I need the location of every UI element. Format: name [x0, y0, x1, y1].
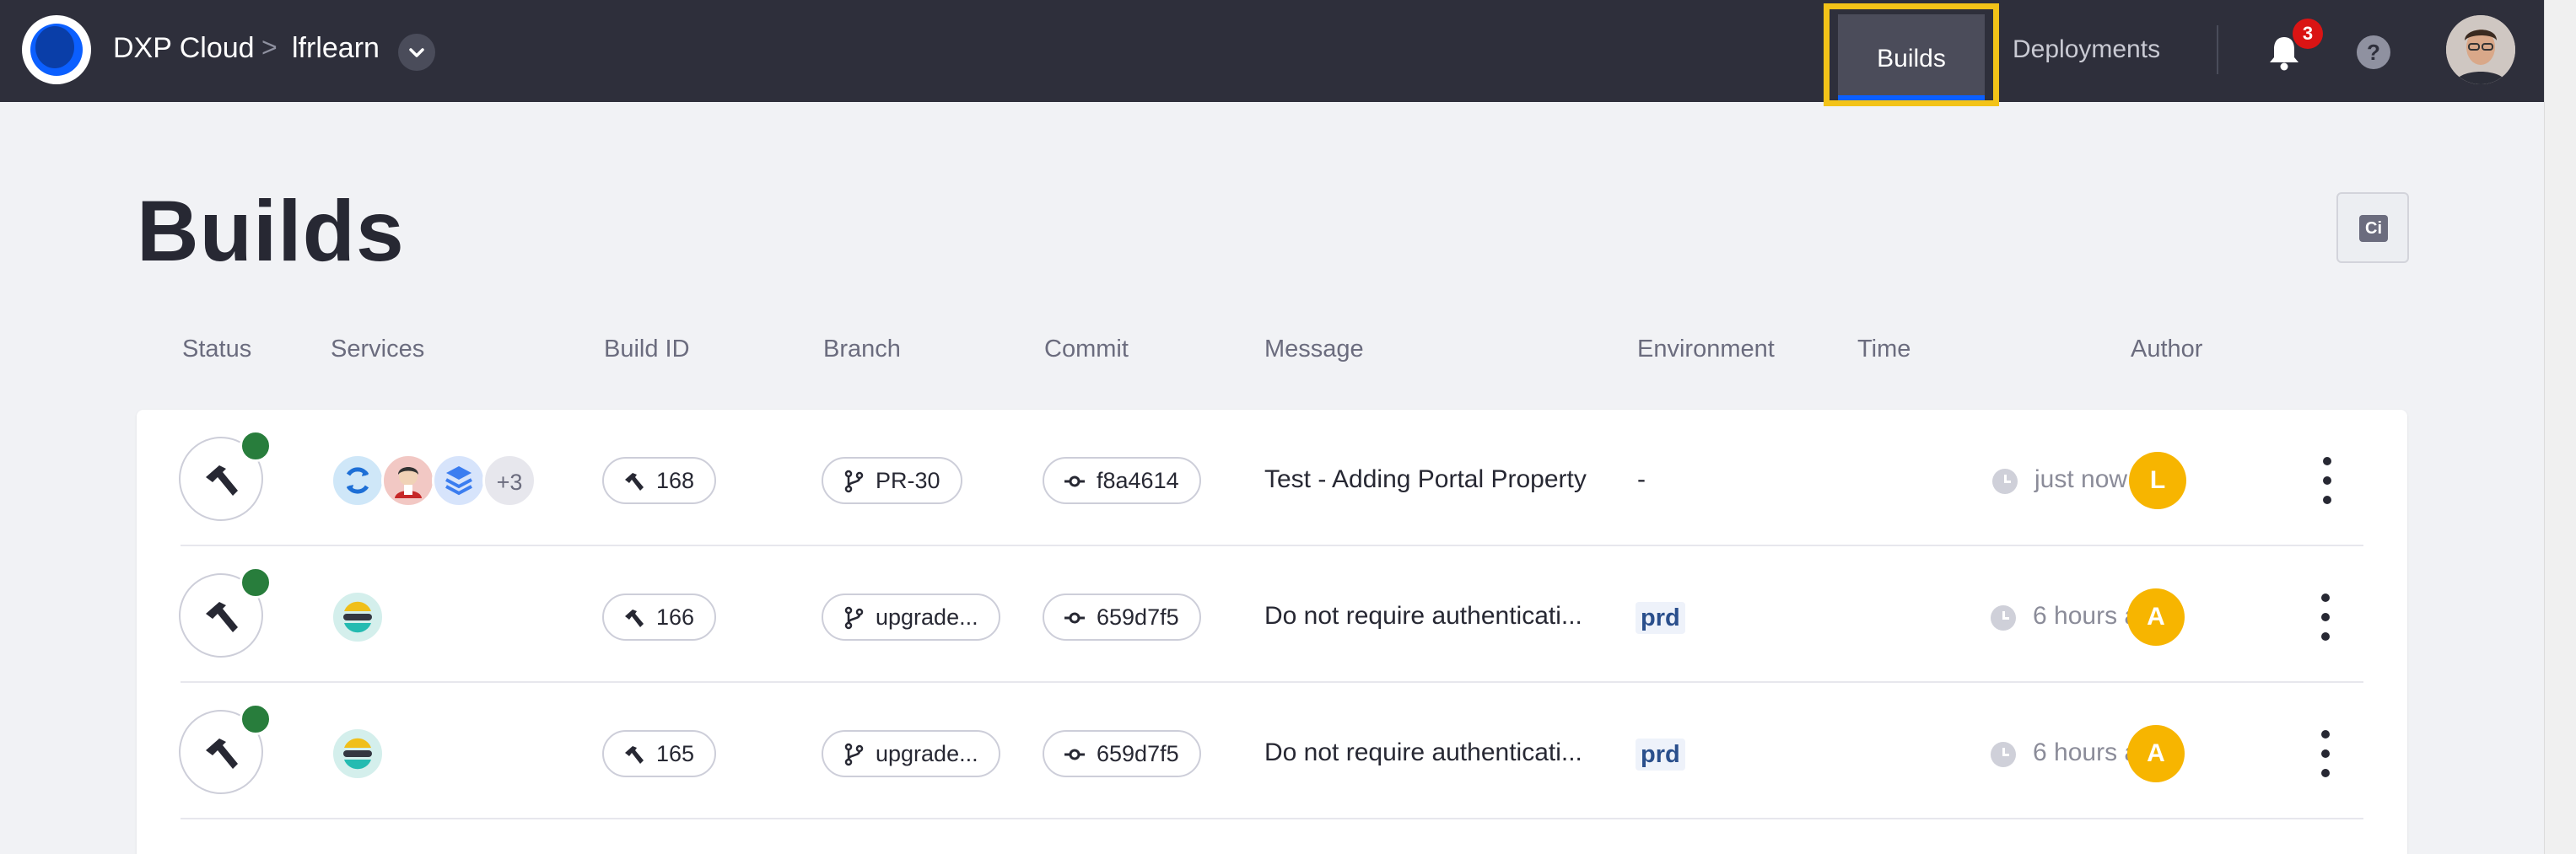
clock-icon	[1992, 469, 2018, 494]
nav-tab-builds-highlight: Builds	[1824, 3, 1999, 106]
jenkins-service-icon[interactable]	[381, 454, 435, 508]
build-message: Do not require authenticati...	[1264, 602, 1582, 630]
build-id-value: 166	[656, 604, 695, 630]
build-status-success	[179, 567, 284, 658]
top-navigation-bar: DXP Cloud > lfrlearn Builds Deployments …	[0, 0, 2544, 106]
branch-pill[interactable]: PR-30	[822, 457, 962, 504]
environment-badge[interactable]: prd	[1636, 739, 1685, 771]
breadcrumb-separator-icon: >	[261, 32, 278, 62]
success-check-icon	[240, 703, 284, 747]
elasticsearch-service-icon[interactable]	[331, 590, 385, 644]
table-row[interactable]: +3 168 PR-30 f8a4614 Test - Adding Porta…	[137, 410, 2407, 546]
commit-icon	[1064, 749, 1085, 760]
build-message: Do not require authenticati...	[1264, 739, 1582, 766]
project-name[interactable]: lfrlearn	[292, 32, 380, 65]
build-status-success	[179, 430, 284, 521]
commit-pill[interactable]: 659d7f5	[1043, 730, 1201, 777]
hammer-icon	[206, 602, 238, 632]
row-actions-menu-icon[interactable]	[2315, 728, 2336, 779]
build-id-pill[interactable]: 166	[602, 594, 717, 641]
table-row[interactable]: 166 upgrade... 659d7f5 Do not require au…	[137, 546, 2407, 683]
brand-name[interactable]: DXP Cloud	[113, 32, 255, 65]
commit-pill[interactable]: 659d7f5	[1043, 594, 1201, 641]
ci-icon: Ci	[2359, 215, 2388, 242]
column-header-commit: Commit	[1044, 336, 1129, 363]
success-check-icon	[240, 567, 284, 610]
column-header-build-id: Build ID	[604, 336, 690, 363]
branch-name: PR-30	[876, 468, 940, 493]
environment-empty: -	[1637, 465, 1646, 493]
branch-icon	[844, 470, 864, 493]
layers-service-icon[interactable]	[432, 454, 486, 508]
row-divider	[181, 818, 2363, 819]
nav-divider	[2217, 25, 2218, 74]
author-avatar[interactable]: L	[2129, 452, 2186, 509]
commit-icon	[1064, 475, 1085, 487]
build-id-value: 168	[656, 468, 695, 493]
branch-icon	[844, 606, 864, 630]
column-header-time: Time	[1857, 336, 1911, 363]
commit-icon	[1064, 612, 1085, 624]
environment-badge[interactable]: prd	[1636, 602, 1685, 634]
success-check-icon	[240, 430, 284, 474]
active-tab-indicator	[1838, 95, 1985, 100]
column-header-author: Author	[2131, 336, 2203, 363]
hammer-icon	[625, 610, 644, 627]
row-actions-menu-icon[interactable]	[2315, 592, 2336, 642]
column-header-status: Status	[182, 336, 252, 363]
ci-settings-button[interactable]: Ci	[2336, 192, 2409, 263]
chevron-down-icon	[409, 48, 424, 57]
elasticsearch-service-icon[interactable]	[331, 727, 385, 781]
user-avatar[interactable]	[2446, 15, 2515, 84]
help-icon[interactable]: ?	[2357, 35, 2390, 69]
hammer-icon	[625, 473, 644, 491]
column-header-message: Message	[1264, 336, 1364, 363]
branch-name: upgrade...	[876, 604, 978, 630]
column-header-services: Services	[331, 336, 425, 363]
author-avatar[interactable]: A	[2127, 725, 2185, 782]
hammer-icon	[206, 465, 238, 496]
column-header-environment: Environment	[1637, 336, 1775, 363]
build-time: just now	[2034, 465, 2128, 493]
build-message: Test - Adding Portal Property	[1264, 465, 1587, 493]
clock-icon	[1991, 605, 2016, 631]
build-id-pill[interactable]: 168	[602, 457, 717, 504]
user-photo-icon	[2446, 15, 2515, 84]
nav-tab-builds[interactable]: Builds	[1838, 14, 1985, 100]
table-row[interactable]: 165 upgrade... 659d7f5 Do not require au…	[137, 683, 2407, 819]
build-status-success	[179, 703, 284, 794]
branch-pill[interactable]: upgrade...	[822, 594, 1000, 641]
hammer-icon	[625, 746, 644, 764]
project-dropdown-button[interactable]	[398, 34, 435, 71]
commit-hash: f8a4614	[1097, 468, 1179, 493]
author-avatar[interactable]: A	[2127, 588, 2185, 646]
hammer-icon	[206, 739, 238, 769]
nav-tab-deployments[interactable]: Deployments	[2013, 35, 2160, 64]
commit-hash: 659d7f5	[1097, 741, 1179, 766]
notification-count-badge: 3	[2293, 19, 2323, 49]
builds-table: +3 168 PR-30 f8a4614 Test - Adding Porta…	[137, 410, 2407, 854]
dxp-cloud-logo-icon[interactable]	[22, 15, 91, 84]
clock-icon	[1991, 742, 2016, 767]
commit-pill[interactable]: f8a4614	[1043, 457, 1201, 504]
nav-tab-builds-label: Builds	[1877, 45, 1946, 73]
row-actions-menu-icon[interactable]	[2316, 455, 2338, 506]
build-id-pill[interactable]: 165	[602, 730, 717, 777]
column-header-branch: Branch	[823, 336, 901, 363]
more-services-count[interactable]: +3	[482, 454, 536, 508]
commit-hash: 659d7f5	[1097, 604, 1179, 630]
branch-name: upgrade...	[876, 741, 978, 766]
page-scrollbar[interactable]	[2544, 0, 2576, 854]
build-id-value: 165	[656, 741, 695, 766]
branch-icon	[844, 743, 864, 766]
branch-pill[interactable]: upgrade...	[822, 730, 1000, 777]
page-title: Builds	[137, 183, 405, 279]
sync-service-icon[interactable]	[331, 454, 385, 508]
